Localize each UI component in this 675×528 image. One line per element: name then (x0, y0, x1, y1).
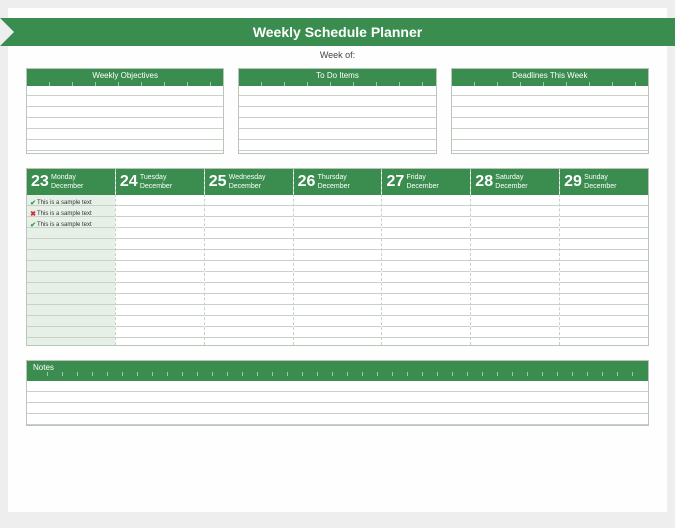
day-body[interactable] (205, 195, 293, 345)
day-label: SundayDecember (584, 173, 616, 191)
day-number: 23 (27, 173, 51, 191)
day-number: 29 (560, 173, 584, 191)
day-header: 24TuesdayDecember (116, 169, 204, 195)
day-col-sun: 29SundayDecember (560, 169, 648, 345)
day-body[interactable]: ✔This is a sample text ✖This is a sample… (27, 195, 115, 345)
notes-header: Notes (27, 361, 648, 381)
day-body[interactable] (294, 195, 382, 345)
card-header-objectives: Weekly Objectives (27, 69, 223, 85)
day-number: 24 (116, 173, 140, 191)
notes-label: Notes (33, 363, 54, 372)
day-number: 26 (294, 173, 318, 191)
day-col-mon: 23 MondayDecember ✔This is a sample text… (27, 169, 116, 345)
card-todo: To Do Items (238, 68, 436, 154)
tick-decoration (27, 82, 223, 86)
day-body[interactable] (560, 195, 648, 345)
day-col-tue: 24TuesdayDecember (116, 169, 205, 345)
card-body-todo[interactable] (239, 85, 435, 153)
day-header: 27FridayDecember (382, 169, 470, 195)
page-title: Weekly Schedule Planner (0, 18, 675, 46)
day-label: SaturdayDecember (495, 173, 527, 191)
week-of-label: Week of: (26, 50, 649, 60)
day-header: 23 MondayDecember (27, 169, 115, 195)
top-cards-row: Weekly Objectives To Do Items Deadlines … (26, 68, 649, 154)
card-deadlines: Deadlines This Week (451, 68, 649, 154)
entry-item: ✔This is a sample text (29, 197, 113, 208)
entry-item: ✖This is a sample text (29, 208, 113, 219)
card-label: To Do Items (239, 69, 435, 82)
entry-text: This is a sample text (37, 222, 92, 228)
card-body-objectives[interactable] (27, 85, 223, 153)
card-label: Weekly Objectives (27, 69, 223, 82)
day-body[interactable] (471, 195, 559, 345)
day-col-sat: 28SaturdayDecember (471, 169, 560, 345)
day-number: 28 (471, 173, 495, 191)
card-label: Deadlines This Week (452, 69, 648, 82)
check-icon: ✔ (29, 199, 37, 207)
tick-decoration (33, 372, 642, 376)
card-header-todo: To Do Items (239, 69, 435, 85)
title-ribbon: Weekly Schedule Planner (0, 18, 675, 46)
day-number: 25 (205, 173, 229, 191)
day-col-fri: 27FridayDecember (382, 169, 471, 345)
planner-page: Weekly Schedule Planner Week of: Weekly … (8, 8, 667, 512)
card-objectives: Weekly Objectives (26, 68, 224, 154)
day-col-thu: 26ThursdayDecember (294, 169, 383, 345)
entry-item: ✔This is a sample text (29, 219, 113, 230)
week-grid: 23 MondayDecember ✔This is a sample text… (26, 168, 649, 346)
day-number: 27 (382, 173, 406, 191)
entry-text: This is a sample text (37, 211, 92, 217)
check-icon: ✔ (29, 221, 37, 229)
day-label: TuesdayDecember (140, 173, 172, 191)
day-col-wed: 25WednesdayDecember (205, 169, 294, 345)
day-body[interactable] (382, 195, 470, 345)
tick-decoration (452, 82, 648, 86)
day-label: ThursdayDecember (318, 173, 350, 191)
day-label: FridayDecember (406, 173, 438, 191)
tick-decoration (239, 82, 435, 86)
day-header: 25WednesdayDecember (205, 169, 293, 195)
entry-text: This is a sample text (37, 200, 92, 206)
card-body-deadlines[interactable] (452, 85, 648, 153)
day-header: 26ThursdayDecember (294, 169, 382, 195)
day-header: 29SundayDecember (560, 169, 648, 195)
notes-body[interactable] (27, 381, 648, 425)
notes-section: Notes (26, 360, 649, 426)
day-label: MondayDecember (51, 173, 83, 191)
card-header-deadlines: Deadlines This Week (452, 69, 648, 85)
day-header: 28SaturdayDecember (471, 169, 559, 195)
cross-icon: ✖ (29, 210, 37, 218)
day-label: WednesdayDecember (229, 173, 266, 191)
day-body[interactable] (116, 195, 204, 345)
